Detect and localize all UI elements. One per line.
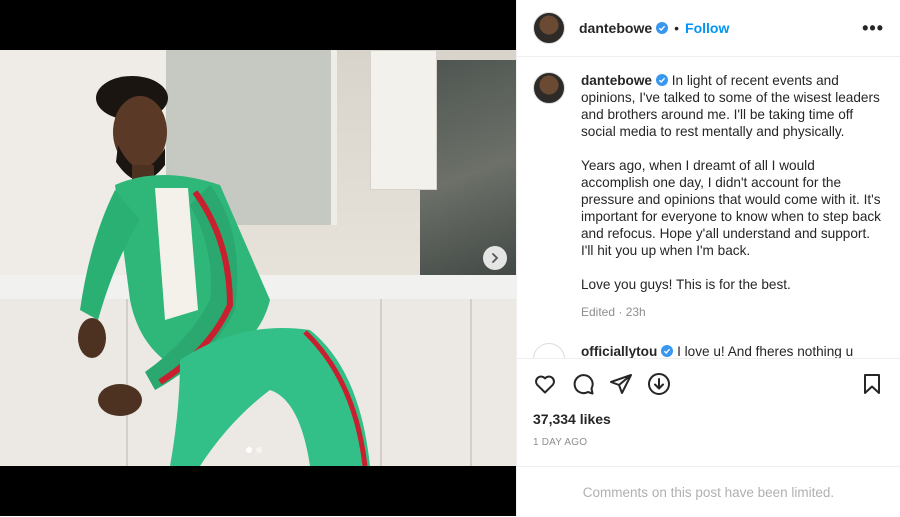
more-options-icon[interactable]: •••: [862, 18, 884, 39]
comments-section[interactable]: dantebowe In light of recent events and …: [517, 56, 900, 358]
chevron-right-icon: [492, 253, 499, 263]
bookmark-icon[interactable]: [860, 372, 884, 396]
comment-bubble-icon[interactable]: [571, 372, 595, 396]
post-date[interactable]: 1 DAY AGO: [533, 437, 884, 448]
caption-username[interactable]: dantebowe: [581, 73, 652, 88]
comments-limited-notice: Comments on this post have been limited.: [517, 466, 900, 517]
caption-body: dantebowe In light of recent events and …: [581, 72, 884, 321]
person-in-green-tracksuit: [78, 76, 370, 466]
verified-badge-icon: [656, 74, 668, 86]
photo-upper-cabinet: [370, 50, 437, 190]
header-separator: •: [674, 20, 680, 36]
caption-author-avatar[interactable]: [533, 72, 565, 104]
heart-icon[interactable]: [533, 372, 557, 396]
author-avatar[interactable]: [533, 12, 565, 44]
commenter-username[interactable]: officiallytou: [581, 344, 657, 358]
comment-body: officiallytou I love u! And fheres nothi…: [581, 343, 853, 358]
verified-badge-icon: [661, 345, 674, 357]
post-sidebar: dantebowe • Follow ••• dantebowe In ligh…: [516, 0, 900, 516]
instagram-post-view: dantebowe • Follow ••• dantebowe In ligh…: [0, 0, 900, 516]
paper-plane-icon[interactable]: [609, 372, 633, 396]
comment-text: I love u! And fheres nothing u: [677, 344, 854, 358]
caption-meta: Edited · 23h: [581, 305, 646, 319]
post-header: dantebowe • Follow •••: [517, 0, 900, 57]
next-image-button[interactable]: [483, 246, 507, 270]
verified-badge-icon: [656, 22, 669, 34]
like-count[interactable]: 37,334 likes: [533, 411, 884, 427]
post-media: [0, 0, 516, 516]
caption-paragraph: dantebowe In light of recent events and …: [581, 72, 884, 140]
commenter-avatar[interactable]: [533, 343, 565, 358]
download-circle-icon[interactable]: [647, 372, 671, 396]
caption: dantebowe In light of recent events and …: [533, 72, 884, 321]
follow-button[interactable]: Follow: [685, 20, 729, 36]
author-username[interactable]: dantebowe: [579, 20, 652, 36]
photo-cabinet-line: [470, 299, 472, 466]
carousel-dot-active: [246, 447, 252, 453]
caption-paragraph: Years ago, when I dreamt of all I would …: [581, 158, 881, 258]
caption-paragraph: Love you guys! This is for the best.: [581, 277, 791, 292]
carousel-indicator: [246, 447, 262, 453]
carousel-dot: [256, 447, 262, 453]
action-icons: [533, 371, 884, 397]
photo-cabinet-line: [380, 299, 382, 466]
post-photo[interactable]: [0, 50, 516, 466]
comment-item: officiallytou I love u! And fheres nothi…: [533, 343, 884, 358]
